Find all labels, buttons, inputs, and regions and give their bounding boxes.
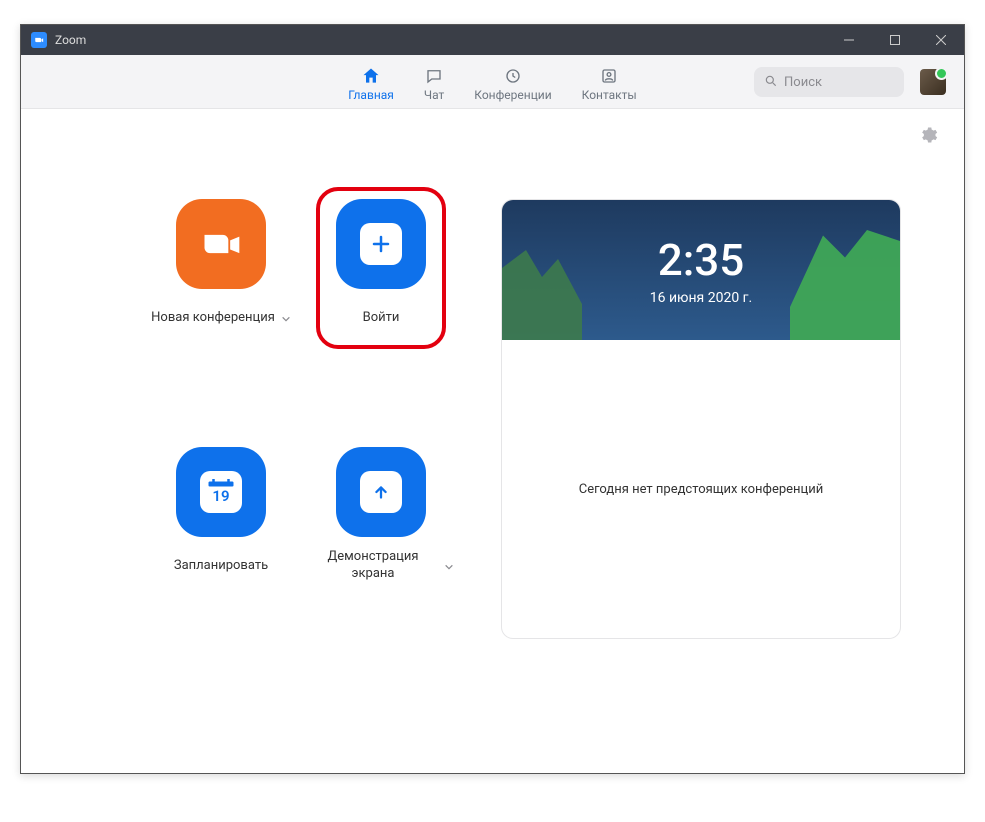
search-input[interactable]	[784, 75, 894, 90]
toolbar: Главная Чат Конференции Контакты	[21, 55, 964, 109]
panel-time: 2:35	[658, 234, 745, 286]
new-meeting-button[interactable]	[176, 199, 266, 289]
actions-grid: Новая конференция	[141, 199, 461, 639]
nav-home[interactable]: Главная	[348, 62, 394, 102]
calendar-icon: 19	[200, 471, 242, 513]
nav-contacts[interactable]: Контакты	[582, 62, 637, 102]
clock-icon	[503, 66, 523, 86]
schedule-cell: 19 Запланировать	[141, 447, 301, 639]
search-icon	[764, 73, 778, 92]
content: Новая конференция	[21, 109, 964, 773]
right-panel: 2:35 16 июня 2020 г. Сегодня нет предсто…	[501, 199, 901, 639]
minimize-button[interactable]	[826, 25, 872, 55]
nav-label: Чат	[424, 88, 444, 102]
nav-label: Главная	[348, 88, 394, 102]
app-window: Zoom Главная Чат	[20, 24, 965, 774]
window-title: Zoom	[55, 33, 86, 47]
join-button[interactable]	[336, 199, 426, 289]
settings-button[interactable]	[918, 125, 938, 149]
chevron-down-icon[interactable]	[281, 309, 291, 328]
chevron-down-icon[interactable]	[444, 557, 454, 576]
nav-meetings[interactable]: Конференции	[474, 62, 551, 102]
no-meetings-text: Сегодня нет предстоящих конференций	[579, 482, 824, 497]
zoom-app-icon	[31, 32, 47, 48]
new-meeting-label: Новая конференция	[151, 310, 275, 327]
main-row: Новая конференция	[21, 109, 964, 639]
nav-chat[interactable]: Чат	[424, 62, 444, 102]
share-screen-cell: Демонстрация экрана	[301, 447, 461, 639]
titlebar: Zoom	[21, 25, 964, 55]
share-arrow-icon	[360, 471, 402, 513]
calendar-day: 19	[212, 487, 229, 505]
join-cell: Войти	[301, 199, 461, 391]
plus-square-icon	[360, 223, 402, 265]
panel-date: 16 июня 2020 г.	[650, 290, 752, 306]
new-meeting-cell: Новая конференция	[141, 199, 301, 391]
highlight-box: Войти	[316, 187, 446, 349]
chat-icon	[424, 66, 444, 86]
contacts-icon	[599, 66, 619, 86]
maximize-button[interactable]	[872, 25, 918, 55]
titlebar-left: Zoom	[21, 32, 86, 48]
nav: Главная Чат Конференции Контакты	[348, 62, 637, 102]
share-screen-label: Демонстрация экрана	[308, 549, 438, 583]
home-icon	[361, 66, 381, 86]
panel-body: Сегодня нет предстоящих конференций	[502, 340, 900, 638]
search-box[interactable]	[754, 67, 904, 97]
share-screen-button[interactable]	[336, 447, 426, 537]
nav-label: Контакты	[582, 88, 637, 102]
window-controls	[826, 25, 964, 55]
schedule-button[interactable]: 19	[176, 447, 266, 537]
panel-header: 2:35 16 июня 2020 г.	[502, 200, 900, 340]
join-label: Войти	[363, 310, 400, 327]
avatar[interactable]	[920, 69, 946, 95]
schedule-label: Запланировать	[174, 558, 268, 575]
close-button[interactable]	[918, 25, 964, 55]
nav-label: Конференции	[474, 88, 551, 102]
